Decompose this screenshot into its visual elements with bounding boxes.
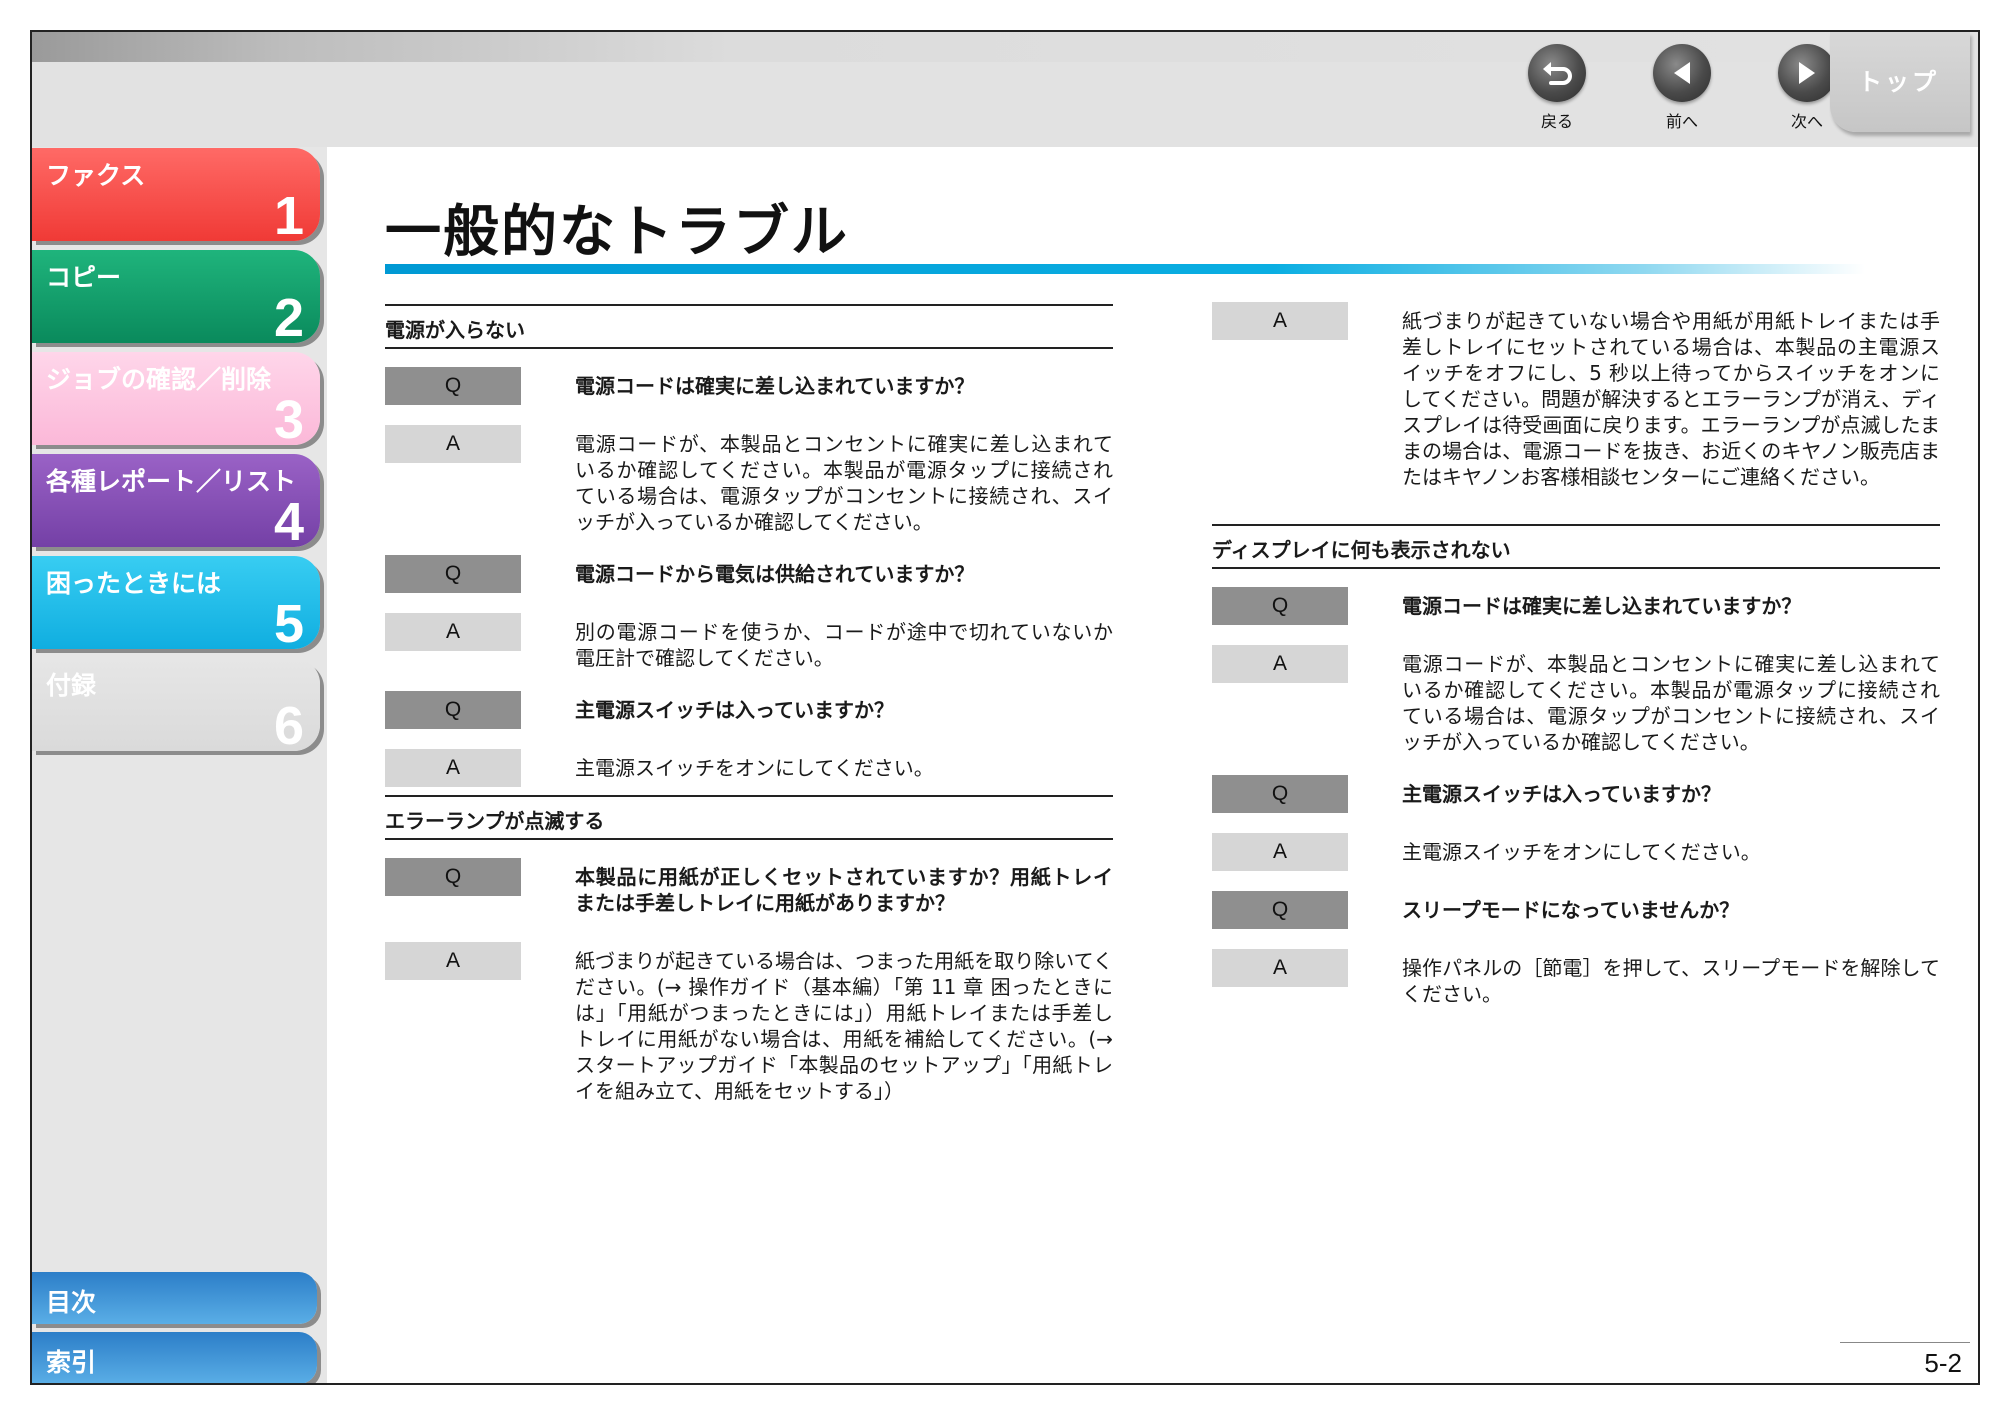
answer-text: 電源コードが、本製品とコンセントに確実に差し込まれているか確認してください。本製… [1402,652,1940,754]
qa-row: Q 電源コードは確実に差し込まれていますか？ [385,367,1113,405]
answer-text: 主電源スイッチをオンにしてください。 [1402,840,1761,864]
contents-button[interactable]: 目次 [32,1272,317,1324]
answer-tag: A [1212,302,1348,340]
back-button[interactable]: 戻る [1517,44,1597,132]
question-tag: Q [385,858,521,896]
question-text: 電源コードは確実に差し込まれていますか？ [575,374,975,398]
left-column: 電源が入らない Q 電源コードは確実に差し込まれていますか？ A 電源コードが、… [385,304,1113,1124]
qa-row: A 別の電源コードを使うか、コードが途中で切れていないか電圧計で確認してください… [385,613,1113,671]
chapter-tab-appendix[interactable]: 付録 6 [32,658,320,756]
answer-tag: A [385,942,521,980]
answer-text: 電源コードが、本製品とコンセントに確実に差し込まれているか確認してください。本製… [575,432,1113,534]
question-text: 本製品に用紙が正しくセットされていますか？用紙トレイまたは手差しトレイに用紙があ… [575,865,1113,915]
index-button[interactable]: 索引 [32,1332,317,1383]
question-tag: Q [385,691,521,729]
qa-row: Q 主電源スイッチは入っていますか？ [385,691,1113,729]
question-text: 主電源スイッチは入っていますか？ [1402,782,1721,806]
page-title: 一般的なトラブル [385,200,849,265]
section-heading: エラーランプが点滅する [385,795,1113,840]
answer-text: 主電源スイッチをオンにしてください。 [575,756,934,780]
back-label: 戻る [1540,112,1573,131]
chapter-number: 3 [273,390,304,450]
answer-text: 操作パネルの［節電］を押して、スリープモードを解除してください。 [1402,956,1940,1006]
chapter-label: ジョブの確認／削除 [46,365,272,394]
chapter-tab-fax[interactable]: ファクス 1 [32,148,320,246]
qa-row: A 紙づまりが起きている場合は、つまった用紙を取り除いてください。(→ 操作ガイ… [385,942,1113,1104]
chapter-number: 6 [273,696,304,756]
right-triangle-icon [1778,44,1836,102]
answer-text: 紙づまりが起きていない場合や用紙が用紙トレイまたは手差しトレイにセットされている… [1402,309,1940,489]
chapter-label: コピー [46,263,122,292]
page-number-rule [1840,1342,1970,1343]
left-triangle-icon [1653,44,1711,102]
qa-row: A 電源コードが、本製品とコンセントに確実に差し込まれているか確認してください。… [385,425,1113,535]
question-text: 主電源スイッチは入っていますか？ [575,698,894,722]
qa-row: A 主電源スイッチをオンにしてください。 [385,749,1113,787]
question-text: 電源コードから電気は供給されていますか？ [575,562,975,586]
question-tag: Q [385,367,521,405]
question-tag: Q [1212,775,1348,813]
answer-text: 別の電源コードを使うか、コードが途中で切れていないか電圧計で確認してください。 [575,620,1113,670]
question-tag: Q [1212,587,1348,625]
page-number: 5-2 [1924,1348,1962,1378]
qa-row: Q 主電源スイッチは入っていますか？ [1212,775,1940,813]
section-heading: 電源が入らない [385,304,1113,349]
chapter-tab-copy[interactable]: コピー 2 [32,250,320,348]
right-column: A 紙づまりが起きていない場合や用紙が用紙トレイまたは手差しトレイにセットされて… [1212,302,1940,1027]
chapter-tab-job[interactable]: ジョブの確認／削除 3 [32,352,320,450]
chapter-number: 2 [273,288,304,348]
qa-row: Q スリープモードになっていませんか？ [1212,891,1940,929]
chapter-tab-reports[interactable]: 各種レポート／リスト 4 [32,454,320,552]
answer-tag: A [1212,833,1348,871]
chapter-number: 5 [273,594,304,654]
qa-row: Q 電源コードは確実に差し込まれていますか？ [1212,587,1940,625]
chapter-label: ファクス [46,161,146,190]
chapter-number: 4 [273,492,304,552]
question-tag: Q [1212,891,1348,929]
answer-text: 紙づまりが起きている場合は、つまった用紙を取り除いてください。(→ 操作ガイド（… [575,949,1113,1103]
page-frame: 戻る 前へ 次へ トップ ファクス 1 コピー 2 ジョブの確認／削除 3 各種… [30,30,1980,1385]
top-button[interactable]: トップ [1830,32,1970,132]
contents-label: 目次 [46,1288,97,1317]
prev-label: 前へ [1665,112,1698,131]
chapter-label: 付録 [46,671,97,700]
chapter-number: 1 [273,186,304,246]
answer-tag: A [1212,645,1348,683]
qa-row: A 操作パネルの［節電］を押して、スリープモードを解除してください。 [1212,949,1940,1007]
qa-row: Q 本製品に用紙が正しくセットされていますか？用紙トレイまたは手差しトレイに用紙… [385,858,1113,916]
chapter-tab-troubleshooting[interactable]: 困ったときには 5 [32,556,320,654]
answer-tag: A [385,613,521,651]
index-label: 索引 [46,1348,97,1377]
qa-row: A 紙づまりが起きていない場合や用紙が用紙トレイまたは手差しトレイにセットされて… [1212,302,1940,490]
answer-tag: A [385,749,521,787]
question-text: スリープモードになっていませんか？ [1402,898,1740,922]
return-arrow-icon [1528,44,1586,102]
answer-tag: A [385,425,521,463]
prev-button[interactable]: 前へ [1642,44,1722,132]
qa-row: A 電源コードが、本製品とコンセントに確実に差し込まれているか確認してください。… [1212,645,1940,755]
top-label: トップ [1858,68,1939,96]
answer-tag: A [1212,949,1348,987]
section-heading: ディスプレイに何も表示されない [1212,524,1940,569]
qa-row: A 主電源スイッチをオンにしてください。 [1212,833,1940,871]
qa-row: Q 電源コードから電気は供給されていますか？ [385,555,1113,593]
chapter-label: 困ったときには [46,569,222,598]
question-tag: Q [385,555,521,593]
question-text: 電源コードは確実に差し込まれていますか？ [1402,594,1802,618]
chapter-label: 各種レポート／リスト [46,467,297,496]
title-underline-bar [385,264,1865,274]
